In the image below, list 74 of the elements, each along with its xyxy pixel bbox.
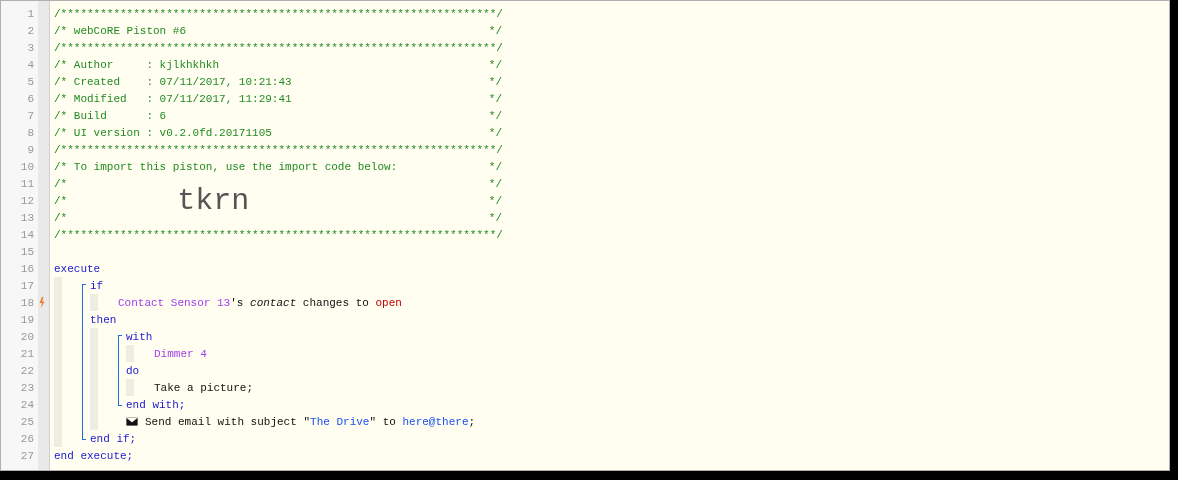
block-bracket (118, 335, 122, 406)
line-number: 7 (26, 109, 34, 122)
comment-end: */ (488, 24, 502, 37)
line-number: 17 (19, 279, 34, 292)
device-name: Contact Sensor 13 (118, 296, 231, 309)
comment-end: */ (488, 194, 502, 207)
code-comment: /* webCoRE Piston #6 (54, 24, 187, 37)
code-comment: /* UI version : v0.2.0fd.20171105 (54, 126, 272, 139)
line-number: 10 (19, 160, 34, 173)
code-comment: /* Build : 6 (54, 109, 167, 122)
envelope-icon (126, 417, 138, 426)
line-number: 19 (19, 313, 34, 326)
comment-end: */ (488, 58, 502, 71)
value-text: open (375, 296, 402, 309)
code-keyword: if (90, 279, 104, 292)
code-text: " to (369, 415, 397, 428)
comment-rule: /******************************************************************/ (54, 228, 503, 241)
device-name: Dimmer 4 (154, 347, 207, 360)
line-number: 2 (26, 24, 34, 37)
line-number: 26 (19, 432, 34, 445)
code-keyword: end with; (126, 398, 186, 411)
code-text: 's (230, 296, 245, 309)
line-number: 5 (26, 75, 34, 88)
code-comment: /* (54, 211, 68, 224)
comment-rule: /******************************************************************/ (54, 41, 503, 54)
line-number: 21 (19, 347, 34, 360)
code-keyword: end execute; (54, 449, 134, 462)
line-number: 11 (19, 177, 34, 190)
comment-end: */ (488, 92, 502, 105)
line-number: 25 (19, 415, 34, 428)
code-keyword: do (126, 364, 140, 377)
line-number: 16 (19, 262, 34, 275)
line-number: 22 (19, 364, 34, 377)
comment-end: */ (488, 177, 502, 190)
comment-end: */ (488, 126, 502, 139)
line-number: 8 (26, 126, 34, 139)
code-comment: /* Created : 07/11/2017, 10:21:43 (54, 75, 292, 88)
comment-rule: /******************************************************************/ (54, 143, 503, 156)
line-number: 6 (26, 92, 34, 105)
line-number: 18 (19, 296, 34, 309)
code-comment: /* (54, 177, 68, 190)
line-number: 15 (19, 245, 34, 258)
line-number: 23 (19, 381, 34, 394)
line-number: 14 (19, 228, 34, 241)
comment-end: */ (488, 75, 502, 88)
comment-end: */ (488, 211, 502, 224)
code-keyword: then (90, 313, 117, 326)
line-number: 3 (26, 41, 34, 54)
line-number: 24 (19, 398, 34, 411)
code-text: Take a picture; (154, 381, 254, 394)
comment-end: */ (488, 109, 502, 122)
line-number: 20 (19, 330, 34, 343)
code-keyword: with (126, 330, 153, 343)
code-keyword: end if; (90, 432, 137, 445)
code-comment: /* (54, 194, 68, 207)
code-comment: /* Author : kjlkhkhkh (54, 58, 220, 71)
comment-end: */ (488, 160, 502, 173)
code-text: Send email with subject " (145, 415, 311, 428)
line-number: 13 (19, 211, 34, 224)
line-number: 12 (19, 194, 34, 207)
code-text: ; (468, 415, 476, 428)
string-literal: here@there (402, 415, 469, 428)
line-number: 1 (26, 7, 34, 20)
code-text: changes to (301, 296, 370, 309)
code-comment: /* To import this piston, use the import code below: (54, 160, 398, 173)
import-code: tkrn (177, 184, 250, 217)
line-number: 27 (19, 449, 34, 462)
code-comment: /* Modified : 07/11/2017, 11:29:41 (54, 92, 292, 105)
line-number: 4 (26, 58, 34, 71)
comment-rule: /******************************************************************/ (54, 7, 503, 20)
code-keyword: execute (54, 262, 101, 275)
line-number: 9 (26, 143, 34, 156)
string-literal: The Drive (310, 415, 370, 428)
attribute-name: contact (250, 296, 297, 309)
